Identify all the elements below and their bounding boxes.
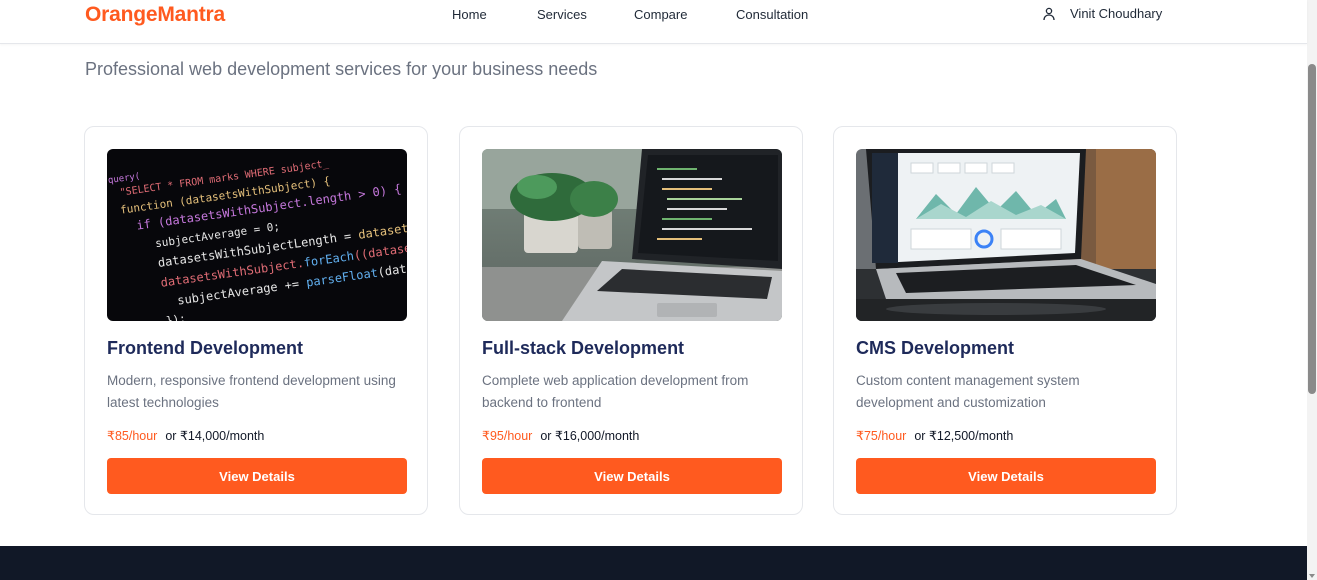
service-price: ₹75/hour or ₹12,500/month — [856, 428, 1013, 443]
svg-text:});: }); — [165, 312, 186, 321]
view-details-button[interactable]: View Details — [107, 458, 407, 494]
user-menu[interactable]: Vinit Choudhary — [1042, 6, 1162, 21]
nav-home[interactable]: Home — [452, 7, 487, 22]
service-description: Modern, responsive frontend development … — [107, 373, 396, 410]
service-description: Complete web application development fro… — [482, 373, 749, 410]
scrollbar-thumb[interactable] — [1308, 64, 1316, 394]
laptop-plant-image — [482, 149, 782, 321]
user-icon — [1043, 7, 1055, 20]
view-details-button[interactable]: View Details — [482, 458, 782, 494]
service-card-frontend: query( "SELECT * FROM marks WHERE subjec… — [84, 126, 428, 515]
service-card-cms: CMS Development Custom content managemen… — [833, 126, 1177, 515]
service-title: CMS Development — [856, 338, 1015, 358]
monthly-rate: or ₹16,000/month — [540, 429, 640, 443]
page-subtitle: Professional web development services fo… — [85, 59, 598, 79]
code-editor-image: query( "SELECT * FROM marks WHERE subjec… — [107, 149, 407, 321]
service-price: ₹85/hour or ₹14,000/month — [107, 428, 264, 443]
nav-services[interactable]: Services — [537, 7, 587, 22]
page-scrollbar[interactable] — [1307, 0, 1317, 580]
service-price: ₹95/hour or ₹16,000/month — [482, 428, 639, 443]
monthly-rate: or ₹14,000/month — [165, 429, 265, 443]
site-header: OrangeMantra Home Services Compare Consu… — [0, 0, 1307, 44]
service-card-fullstack: Full-stack Development Complete web appl… — [459, 126, 803, 515]
nav-consultation[interactable]: Consultation — [736, 7, 808, 22]
brand-logo[interactable]: OrangeMantra — [85, 3, 225, 27]
scroll-down-arrow[interactable] — [1309, 574, 1315, 578]
hourly-rate: ₹85/hour — [107, 429, 158, 443]
nav-compare[interactable]: Compare — [634, 7, 687, 22]
user-name: Vinit Choudhary — [1070, 6, 1163, 21]
view-details-button[interactable]: View Details — [856, 458, 1156, 494]
laptop-dashboard-image — [856, 149, 1156, 321]
site-footer — [0, 546, 1307, 580]
hourly-rate: ₹95/hour — [482, 429, 533, 443]
service-description: Custom content management system develop… — [856, 373, 1080, 410]
monthly-rate: or ₹12,500/month — [914, 429, 1014, 443]
service-title: Full-stack Development — [482, 338, 685, 358]
service-title: Frontend Development — [107, 338, 304, 358]
hourly-rate: ₹75/hour — [856, 429, 907, 443]
